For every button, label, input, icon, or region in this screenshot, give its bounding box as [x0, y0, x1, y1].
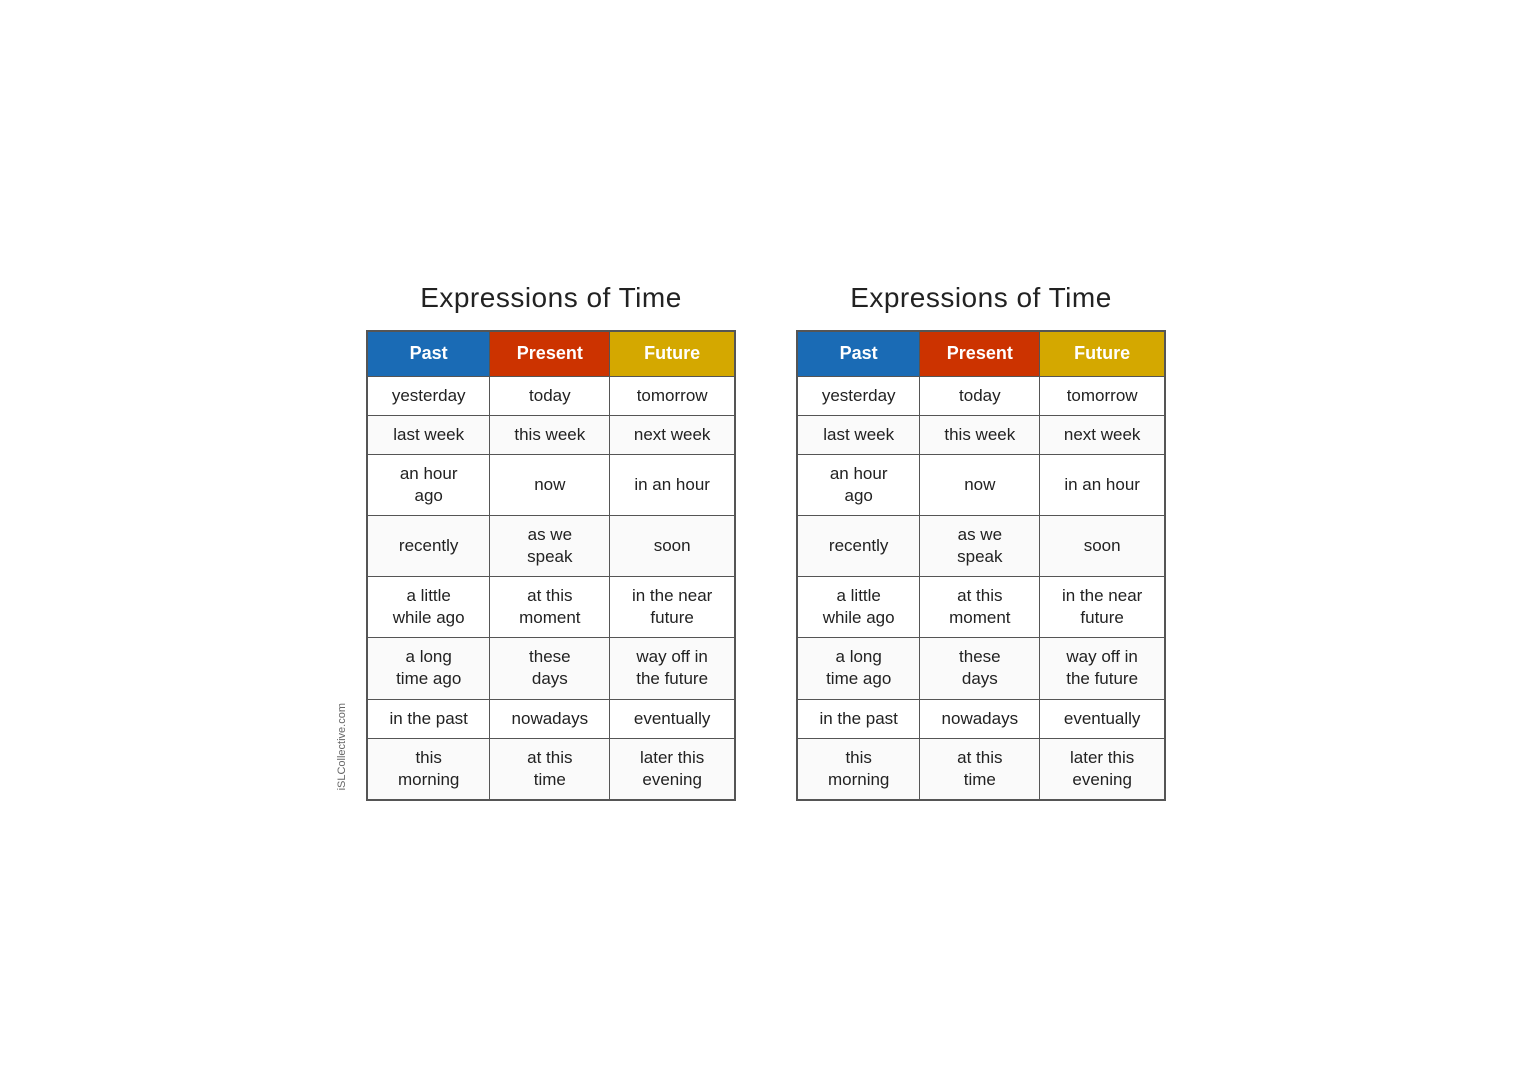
cell-past-0: yesterday — [367, 376, 490, 415]
table-row: in the pastnowadayseventually — [797, 699, 1165, 738]
right-header-future: Future — [1040, 331, 1165, 376]
cell-present-0: today — [490, 376, 610, 415]
cell-present-7: at this time — [490, 738, 610, 800]
cell-future-7: later this evening — [610, 738, 735, 800]
cell-past-5: a long time ago — [797, 638, 920, 699]
cell-future-4: in the near future — [1040, 577, 1165, 638]
right-header-present: Present — [920, 331, 1040, 376]
cell-present-5: these days — [920, 638, 1040, 699]
left-table: Past Present Future yesterdaytodaytomorr… — [366, 330, 736, 801]
cell-future-1: next week — [610, 415, 735, 454]
cell-future-6: eventually — [1040, 699, 1165, 738]
cell-past-1: last week — [367, 415, 490, 454]
cell-present-6: nowadays — [920, 699, 1040, 738]
table-row: recentlyas we speaksoon — [367, 515, 735, 576]
cell-past-7: this morning — [367, 738, 490, 800]
cell-present-5: these days — [490, 638, 610, 699]
cell-past-4: a little while ago — [367, 577, 490, 638]
cell-future-1: next week — [1040, 415, 1165, 454]
cell-present-6: nowadays — [490, 699, 610, 738]
cell-present-1: this week — [920, 415, 1040, 454]
cell-past-0: yesterday — [797, 376, 920, 415]
left-table-title: Expressions of Time — [420, 282, 682, 314]
cell-present-3: as we speak — [490, 515, 610, 576]
table-row: last weekthis weeknext week — [367, 415, 735, 454]
cell-future-2: in an hour — [610, 454, 735, 515]
cell-future-3: soon — [610, 515, 735, 576]
cell-present-4: at this moment — [490, 577, 610, 638]
cell-past-2: an hour ago — [367, 454, 490, 515]
table-row: a long time agothese daysway off in the … — [797, 638, 1165, 699]
cell-future-0: tomorrow — [610, 376, 735, 415]
cell-past-5: a long time ago — [367, 638, 490, 699]
cell-past-4: a little while ago — [797, 577, 920, 638]
table-row: a long time agothese daysway off in the … — [367, 638, 735, 699]
page-wrapper: iSLCollective.com Expressions of Time Pa… — [366, 282, 1166, 801]
left-header-present: Present — [490, 331, 610, 376]
cell-present-0: today — [920, 376, 1040, 415]
left-header-future: Future — [610, 331, 735, 376]
cell-future-0: tomorrow — [1040, 376, 1165, 415]
cell-past-6: in the past — [367, 699, 490, 738]
table-row: in the pastnowadayseventually — [367, 699, 735, 738]
table-row: yesterdaytodaytomorrow — [797, 376, 1165, 415]
table-row: yesterdaytodaytomorrow — [367, 376, 735, 415]
cell-present-4: at this moment — [920, 577, 1040, 638]
cell-past-6: in the past — [797, 699, 920, 738]
cell-past-1: last week — [797, 415, 920, 454]
cell-present-2: now — [920, 454, 1040, 515]
cell-future-2: in an hour — [1040, 454, 1165, 515]
cell-past-3: recently — [367, 515, 490, 576]
cell-future-4: in the near future — [610, 577, 735, 638]
table-row: this morningat this timelater this eveni… — [797, 738, 1165, 800]
table-row: an hour agonowin an hour — [367, 454, 735, 515]
table-row: a little while agoat this momentin the n… — [797, 577, 1165, 638]
watermark: iSLCollective.com — [336, 703, 348, 790]
table-row: a little while agoat this momentin the n… — [367, 577, 735, 638]
left-header-past: Past — [367, 331, 490, 376]
cell-future-3: soon — [1040, 515, 1165, 576]
cell-future-6: eventually — [610, 699, 735, 738]
cell-past-7: this morning — [797, 738, 920, 800]
cell-past-2: an hour ago — [797, 454, 920, 515]
cell-future-5: way off in the future — [610, 638, 735, 699]
cell-present-3: as we speak — [920, 515, 1040, 576]
table-row: last weekthis weeknext week — [797, 415, 1165, 454]
right-table: Past Present Future yesterdaytodaytomorr… — [796, 330, 1166, 801]
right-header-past: Past — [797, 331, 920, 376]
right-table-title: Expressions of Time — [850, 282, 1112, 314]
cell-present-7: at this time — [920, 738, 1040, 800]
cell-past-3: recently — [797, 515, 920, 576]
left-table-section: Expressions of Time Past Present Future … — [366, 282, 736, 801]
cell-present-2: now — [490, 454, 610, 515]
cell-present-1: this week — [490, 415, 610, 454]
table-row: an hour agonowin an hour — [797, 454, 1165, 515]
cell-future-5: way off in the future — [1040, 638, 1165, 699]
table-row: this morningat this timelater this eveni… — [367, 738, 735, 800]
table-row: recentlyas we speaksoon — [797, 515, 1165, 576]
cell-future-7: later this evening — [1040, 738, 1165, 800]
right-table-section: Expressions of Time Past Present Future … — [796, 282, 1166, 801]
